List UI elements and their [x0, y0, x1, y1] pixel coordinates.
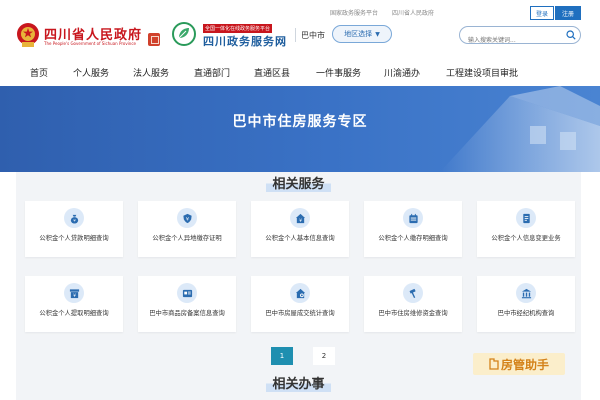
search-icon[interactable] [566, 30, 576, 40]
services-title: 相关服务 [16, 173, 581, 192]
document-icon [516, 208, 536, 228]
affairs-title: 相关办事 [16, 373, 581, 392]
gov-subtitle: The People's Government of Sichuan Provi… [44, 41, 136, 46]
services-title-text: 相关服务 [266, 173, 331, 192]
national-emblem-icon [17, 23, 39, 47]
current-city: 巴中市 [301, 31, 325, 40]
nav-one-thing-service[interactable]: 一件事服务 [316, 66, 361, 79]
region-select-label: 地区选择 [344, 30, 373, 38]
calendar-icon [403, 208, 423, 228]
service-card[interactable]: ¥ 公积金个人贷款明细查询 [25, 201, 123, 257]
portal-logo-icon [172, 22, 196, 46]
book-icon [489, 358, 499, 370]
page-2-button[interactable]: 2 [313, 347, 335, 365]
nav-districts[interactable]: 直通区县 [254, 66, 290, 79]
hammer-icon [403, 283, 423, 303]
shield-yen-icon: ¥ [177, 208, 197, 228]
top-links: 国家政务服务平台 四川省人民政府 [330, 8, 448, 17]
nav-construction-approval[interactable]: 工程建设项目审批 [446, 66, 518, 79]
nav-chuanyu-service[interactable]: 川渝通办 [384, 66, 420, 79]
nav-corporate-service[interactable]: 法人服务 [133, 66, 169, 79]
portal-badge: 全国一体化在线政务服务平台 [203, 24, 273, 33]
service-card[interactable]: 公积金个人缴存明细查询 [364, 201, 462, 257]
seal-icon [148, 33, 160, 46]
service-card[interactable]: ¥ 公积金个人提取明细查询 [25, 276, 123, 332]
header-divider [295, 28, 296, 42]
register-button[interactable]: 注册 [555, 6, 581, 20]
house-yen-icon: ¥ [290, 208, 310, 228]
search-box [459, 26, 581, 49]
service-label: 公积金个人贷款明细查询 [39, 235, 109, 242]
service-card[interactable]: 巴中市经纪机构查询 [477, 276, 575, 332]
service-label: 公积金个人缴存明细查询 [378, 235, 448, 242]
house-stats-icon [290, 283, 310, 303]
service-label: 公积金个人信息变更业务 [491, 235, 561, 242]
money-bag-icon: ¥ [64, 208, 84, 228]
service-label: 巴中市房屋成交统计查询 [265, 310, 335, 317]
svg-text:¥: ¥ [299, 217, 302, 222]
service-label: 公积金个人异地缴存证明 [152, 235, 222, 242]
region-select-button[interactable]: 地区选择 ▼ [332, 25, 392, 43]
service-label: 巴中市经纪机构查询 [497, 310, 555, 317]
main-nav: 首页 个人服务 法人服务 直通部门 直通区县 一件事服务 川渝通办 工程建设项目… [0, 60, 600, 86]
chevron-down-icon: ▼ [375, 30, 380, 38]
service-card[interactable]: 巴中市房屋成交统计查询 [251, 276, 349, 332]
service-card[interactable]: 巴中市商品房备案信息查询 [138, 276, 236, 332]
nav-personal-service[interactable]: 个人服务 [73, 66, 109, 79]
nav-home[interactable]: 首页 [30, 66, 48, 79]
link-sichuan-gov[interactable]: 四川省人民政府 [392, 10, 434, 17]
site-header: 四川省人民政府 The People's Government of Sichu… [0, 0, 600, 60]
service-card[interactable]: 巴中市住房维修资金查询 [364, 276, 462, 332]
nav-departments[interactable]: 直通部门 [194, 66, 230, 79]
login-button[interactable]: 登录 [530, 6, 554, 20]
link-national-platform[interactable]: 国家政务服务平台 [330, 10, 378, 17]
service-label: 公积金个人基本信息查询 [265, 235, 335, 242]
affairs-title-text: 相关办事 [266, 373, 331, 392]
watermark-text: 房管助手 [500, 357, 549, 372]
service-card[interactable]: ¥ 公积金个人异地缴存证明 [138, 201, 236, 257]
service-card[interactable]: ¥ 公积金个人基本信息查询 [251, 201, 349, 257]
service-label: 巴中市商品房备案信息查询 [149, 310, 225, 317]
id-card-icon [177, 283, 197, 303]
search-input[interactable] [468, 32, 563, 49]
svg-text:¥: ¥ [73, 292, 76, 297]
portal-name[interactable]: 四川政务服务网 [203, 33, 287, 49]
archive-icon: ¥ [64, 283, 84, 303]
institution-icon [516, 283, 536, 303]
page-title: 巴中市住房服务专区 [232, 114, 368, 130]
banner: 巴中市住房服务专区 [0, 86, 600, 172]
svg-text:¥: ¥ [186, 216, 189, 222]
service-card[interactable]: 公积金个人信息变更业务 [477, 201, 575, 257]
service-label: 公积金个人提取明细查询 [39, 310, 109, 317]
page-1-button[interactable]: 1 [271, 347, 293, 365]
service-label: 巴中市住房维修资金查询 [378, 310, 448, 317]
watermark: 房管助手 [473, 353, 565, 375]
